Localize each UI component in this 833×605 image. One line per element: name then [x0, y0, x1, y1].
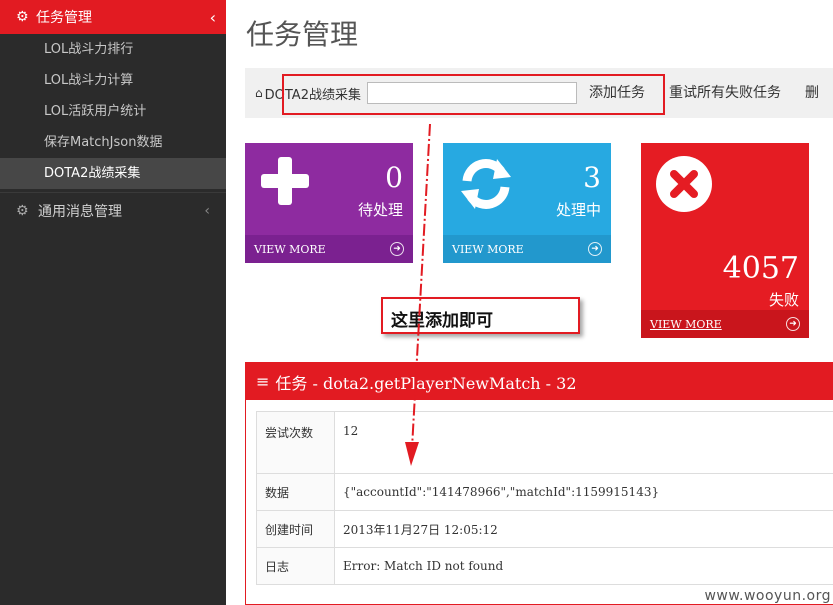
view-more-label: VIEW MORE: [650, 317, 722, 331]
menu-icon: ≡: [256, 372, 270, 391]
arrow-right-circle-icon: ➜: [390, 242, 404, 256]
row-key: 尝试次数: [256, 411, 335, 474]
panel-header: ≡ 任务 - dota2.getPlayerNewMatch - 32: [246, 363, 833, 400]
row-key: 日志: [256, 547, 335, 585]
chevron-left-icon: ‹: [204, 202, 210, 219]
row-value: {"accountId":"141478966","matchId":11599…: [334, 473, 833, 511]
row-value: 12: [334, 411, 833, 474]
sidebar-item-lol-rank[interactable]: LOL战斗力排行: [0, 34, 226, 65]
gears-icon: ⚙: [16, 202, 29, 219]
arrow-right-circle-icon: ➜: [588, 242, 602, 256]
sidebar-item-dota2[interactable]: DOTA2战绩采集: [0, 158, 226, 189]
task-detail-table: 尝试次数 12 数据 {"accountId":"141478966","mat…: [256, 411, 833, 585]
chevron-left-icon: ‹: [209, 7, 216, 27]
stat-label: 待处理: [357, 201, 403, 219]
table-row: 尝试次数 12: [256, 411, 833, 474]
refresh-icon: [457, 155, 515, 217]
panel-title: 任务 - dota2.getPlayerNewMatch - 32: [275, 373, 577, 393]
home-icon: ⌂: [255, 86, 263, 100]
row-key: 数据: [256, 473, 335, 511]
stat-label: 失败: [768, 291, 799, 309]
sidebar-group-label: 通用消息管理: [38, 203, 122, 220]
view-more-link[interactable]: VIEW MORE ➜: [641, 310, 809, 338]
gears-icon: ⚙: [16, 9, 29, 25]
watermark: www.wooyun.org: [704, 588, 831, 604]
stat-card-pending[interactable]: 0 待处理 VIEW MORE ➜: [245, 143, 413, 263]
annotation-callout: 这里添加即可: [381, 297, 580, 334]
stat-label: 处理中: [555, 201, 601, 219]
stat-count: 3: [583, 161, 601, 194]
table-row: 数据 {"accountId":"141478966","matchId":11…: [256, 473, 833, 511]
stat-card-failed[interactable]: 4057 失败 VIEW MORE ➜: [641, 143, 809, 338]
sidebar-group-label: 任务管理: [36, 10, 92, 26]
main-content: 任务管理 ⌂ DOTA2战绩采集 添加任务 重试所有失败任务 删 0 待处理 V…: [226, 0, 833, 605]
stat-count: 4057: [722, 251, 799, 286]
row-key: 创建时间: [256, 510, 335, 548]
sidebar-item-save-matchjson[interactable]: 保存MatchJson数据: [0, 127, 226, 158]
row-value: 2013年11月27日 12:05:12: [334, 510, 833, 548]
retry-failed-button[interactable]: 重试所有失败任务: [657, 68, 793, 118]
sidebar-item-lol-calc[interactable]: LOL战斗力计算: [0, 65, 226, 96]
table-row: 创建时间 2013年11月27日 12:05:12: [256, 510, 833, 548]
stat-card-processing[interactable]: 3 处理中 VIEW MORE ➜: [443, 143, 611, 263]
table-row: 日志 Error: Match ID not found: [256, 547, 833, 585]
plus-icon: [259, 155, 311, 211]
sidebar-group-task-management[interactable]: ⚙ 任务管理 ‹: [0, 0, 226, 34]
highlight-box: [282, 74, 665, 115]
arrow-right-circle-icon: ➜: [786, 317, 800, 331]
sidebar: ⚙ 任务管理 ‹ LOL战斗力排行 LOL战斗力计算 LOL活跃用户统计 保存M…: [0, 0, 226, 605]
stat-count: 0: [385, 161, 403, 194]
close-circle-icon: [655, 155, 713, 217]
view-more-link[interactable]: VIEW MORE ➜: [443, 235, 611, 263]
sidebar-group-messages[interactable]: ⚙ 通用消息管理 ‹: [0, 192, 226, 228]
view-more-label: VIEW MORE: [452, 242, 524, 256]
delete-button[interactable]: 删: [793, 68, 831, 118]
page-title: 任务管理: [246, 18, 359, 51]
view-more-link[interactable]: VIEW MORE ➜: [245, 235, 413, 263]
task-panel: ≡ 任务 - dota2.getPlayerNewMatch - 32 尝试次数…: [245, 362, 833, 605]
sidebar-item-lol-active-users[interactable]: LOL活跃用户统计: [0, 96, 226, 127]
row-value: Error: Match ID not found: [334, 547, 833, 585]
view-more-label: VIEW MORE: [254, 242, 326, 256]
